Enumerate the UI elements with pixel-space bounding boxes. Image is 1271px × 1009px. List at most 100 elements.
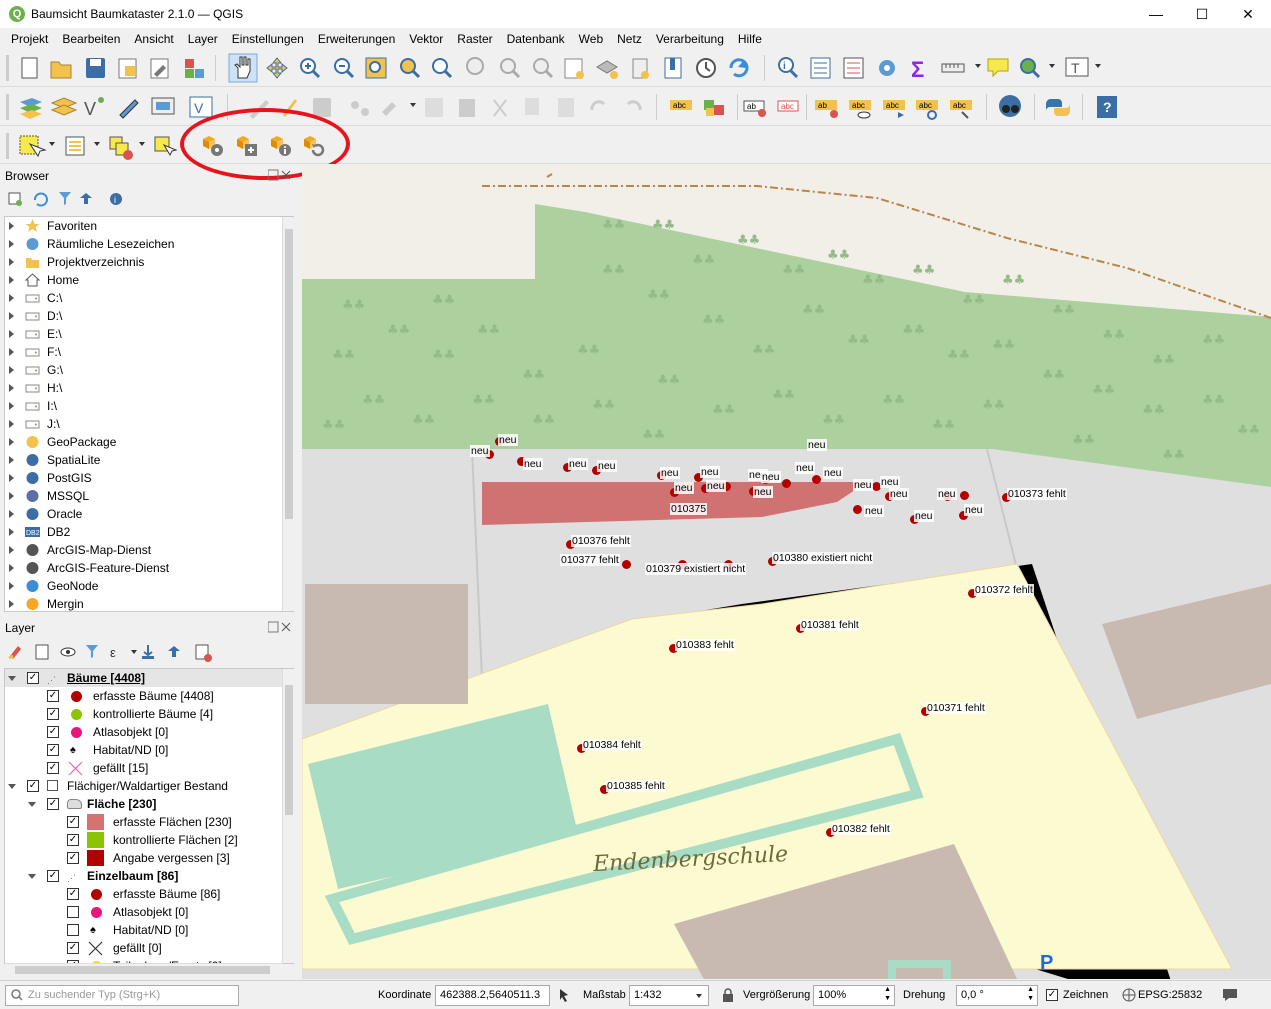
layer-visibility-checkbox[interactable]: ✓ [47, 798, 59, 810]
menu-erweiterungen[interactable]: Erweiterungen [311, 32, 402, 46]
menu-einstellungen[interactable]: Einstellungen [225, 32, 311, 46]
select-dropdown[interactable] [49, 142, 55, 146]
expand-arrow-icon[interactable] [9, 240, 14, 248]
mouse-extent-icon[interactable] [556, 987, 572, 1003]
browser-item[interactable]: Oracle [5, 505, 293, 523]
layer-tree-item[interactable]: ✓ Angabe vergessen [3] [5, 849, 293, 867]
layer-tree-item[interactable]: ✓ ⋰ Einzelbaum [86] [5, 867, 293, 885]
browser-item[interactable]: GeoNode [5, 577, 293, 595]
browser-item[interactable]: MSSQL [5, 487, 293, 505]
close-button[interactable]: ✕ [1225, 0, 1271, 28]
collapse-arrow-icon[interactable] [8, 784, 16, 789]
layer-tree-item[interactable]: ✓ kontrollierte Bäume [4] [5, 705, 293, 723]
layer-visibility-checkbox[interactable]: ✓ [67, 834, 79, 846]
browser-item[interactable]: Räumliche Lesezeichen [5, 235, 293, 253]
layer-visibility-checkbox[interactable]: ✓ [27, 672, 39, 684]
layer-visibility-checkbox[interactable]: ✓ [27, 780, 39, 792]
expand-arrow-icon[interactable] [9, 276, 14, 284]
expression-dropdown[interactable] [131, 650, 137, 654]
minimize-button[interactable]: — [1133, 0, 1179, 28]
expand-arrow-icon[interactable] [9, 438, 14, 446]
collapse-arrow-icon[interactable] [28, 874, 36, 879]
expand-arrow-icon[interactable] [9, 222, 14, 230]
browser-item[interactable]: I:\ [5, 397, 293, 415]
layer-scrollbar[interactable] [282, 669, 294, 963]
expand-arrow-icon[interactable] [9, 600, 14, 608]
menu-bearbeiten[interactable]: Bearbeiten [55, 32, 127, 46]
menu-verarbeitung[interactable]: Verarbeitung [649, 32, 731, 46]
annotation-dropdown[interactable] [1095, 64, 1101, 68]
expand-arrow-icon[interactable] [9, 474, 14, 482]
browser-item[interactable]: Favoriten [5, 217, 293, 235]
vertex-tool-dropdown[interactable] [410, 103, 416, 107]
layer-tree-item[interactable]: ✓ ⋰ Bäume [4408] [5, 669, 293, 687]
browser-item[interactable]: ArcGIS-Map-Dienst [5, 541, 293, 559]
layer-tree-item[interactable]: ♠ Habitat/ND [0] [5, 921, 293, 939]
attribute-table-dropdown[interactable] [94, 142, 100, 146]
browser-item[interactable]: PostGIS [5, 469, 293, 487]
lock-icon[interactable] [722, 988, 734, 1002]
browser-item[interactable]: D:\ [5, 307, 293, 325]
browser-item[interactable]: E:\ [5, 325, 293, 343]
layer-visibility-checkbox[interactable]: ✓ [67, 852, 79, 864]
browser-item[interactable]: GeoPackage [5, 433, 293, 451]
layer-tree-item[interactable]: ✓ ♠ Habitat/ND [0] [5, 741, 293, 759]
layer-visibility-checkbox[interactable] [67, 924, 79, 936]
layer-tree-item[interactable]: ✓ erfasste Flächen [230] [5, 813, 293, 831]
browser-item[interactable]: ArcGIS-Feature-Dienst [5, 559, 293, 577]
expand-arrow-icon[interactable] [9, 402, 14, 410]
browser-item[interactable]: H:\ [5, 379, 293, 397]
layer-visibility-checkbox[interactable]: ✓ [47, 726, 59, 738]
expand-arrow-icon[interactable] [9, 384, 14, 392]
expand-arrow-icon[interactable] [9, 366, 14, 374]
messages-icon[interactable] [1222, 987, 1238, 1003]
menu-layer[interactable]: Layer [181, 32, 225, 46]
expand-arrow-icon[interactable] [9, 492, 14, 500]
expand-arrow-icon[interactable] [9, 546, 14, 554]
layer-tree-item[interactable]: ✓ Flächiger/Waldartiger Bestand [5, 777, 293, 795]
browser-item[interactable]: Mergin [5, 595, 293, 611]
menu-web[interactable]: Web [572, 32, 610, 46]
expand-arrow-icon[interactable] [9, 312, 14, 320]
expand-arrow-icon[interactable] [9, 258, 14, 266]
layer-visibility-checkbox[interactable]: ✓ [47, 870, 59, 882]
browser-item[interactable]: Projektverzeichnis [5, 253, 293, 271]
expand-arrow-icon[interactable] [9, 294, 14, 302]
tree-point[interactable] [782, 479, 791, 488]
layer-visibility-checkbox[interactable]: ✓ [67, 816, 79, 828]
expand-arrow-icon[interactable] [9, 420, 14, 428]
collapse-arrow-icon[interactable] [8, 676, 16, 681]
map-canvas[interactable]: ♣♣ ♣♣ ♣♣ ♣♣ ♣♣ ♣♣ ♣♣ ♣♣ ♣♣ ♣♣ ♣♣ ♣♣ ♣♣ ♣♣ ♣♣ ♣♣ ♣♣ ♣♣… [302, 164, 1271, 979]
browser-item[interactable]: Home [5, 271, 293, 289]
layer-tree-item[interactable]: ✓ gefällt [0] [5, 939, 293, 957]
layer-hscrollbar[interactable] [5, 963, 283, 975]
render-checkbox[interactable]: ✓ [1046, 989, 1058, 1001]
menu-ansicht[interactable]: Ansicht [127, 32, 180, 46]
expand-arrow-icon[interactable] [9, 330, 14, 338]
browser-item[interactable]: G:\ [5, 361, 293, 379]
expand-arrow-icon[interactable] [9, 348, 14, 356]
browser-scrollbar[interactable] [282, 217, 294, 611]
identify-dropdown[interactable] [1049, 64, 1055, 68]
coordinate-field[interactable]: 462388.2,5640511.3 [435, 985, 550, 1006]
expand-arrow-icon[interactable] [9, 528, 14, 536]
layer-tree-item[interactable]: ✓ kontrollierte Flächen [2] [5, 831, 293, 849]
tree-point[interactable] [960, 491, 969, 500]
menu-datenbank[interactable]: Datenbank [500, 32, 572, 46]
layer-tree-item[interactable]: ✓ Atlasobjekt [0] [5, 723, 293, 741]
layer-visibility-checkbox[interactable]: ✓ [67, 888, 79, 900]
browser-panel-controls[interactable] [267, 169, 294, 181]
deselect-dropdown[interactable] [139, 142, 145, 146]
layer-visibility-checkbox[interactable] [67, 906, 79, 918]
menu-projekt[interactable]: Projekt [4, 32, 55, 46]
expand-arrow-icon[interactable] [9, 510, 14, 518]
collapse-arrow-icon[interactable] [28, 802, 36, 807]
browser-item[interactable]: SpatiaLite [5, 451, 293, 469]
layer-visibility-checkbox[interactable]: ✓ [47, 744, 59, 756]
layer-tree-item[interactable]: ✓ erfasste Bäume [4408] [5, 687, 293, 705]
tree-point[interactable] [812, 475, 821, 484]
crs-button[interactable]: EPSG:25832 [1138, 989, 1202, 1001]
layer-tree-item[interactable]: ✓ Fläche [230] [5, 795, 293, 813]
browser-item[interactable]: DB2 DB2 [5, 523, 293, 541]
magnifier-spinbox[interactable]: 100% ▲ ▼ [813, 985, 895, 1006]
